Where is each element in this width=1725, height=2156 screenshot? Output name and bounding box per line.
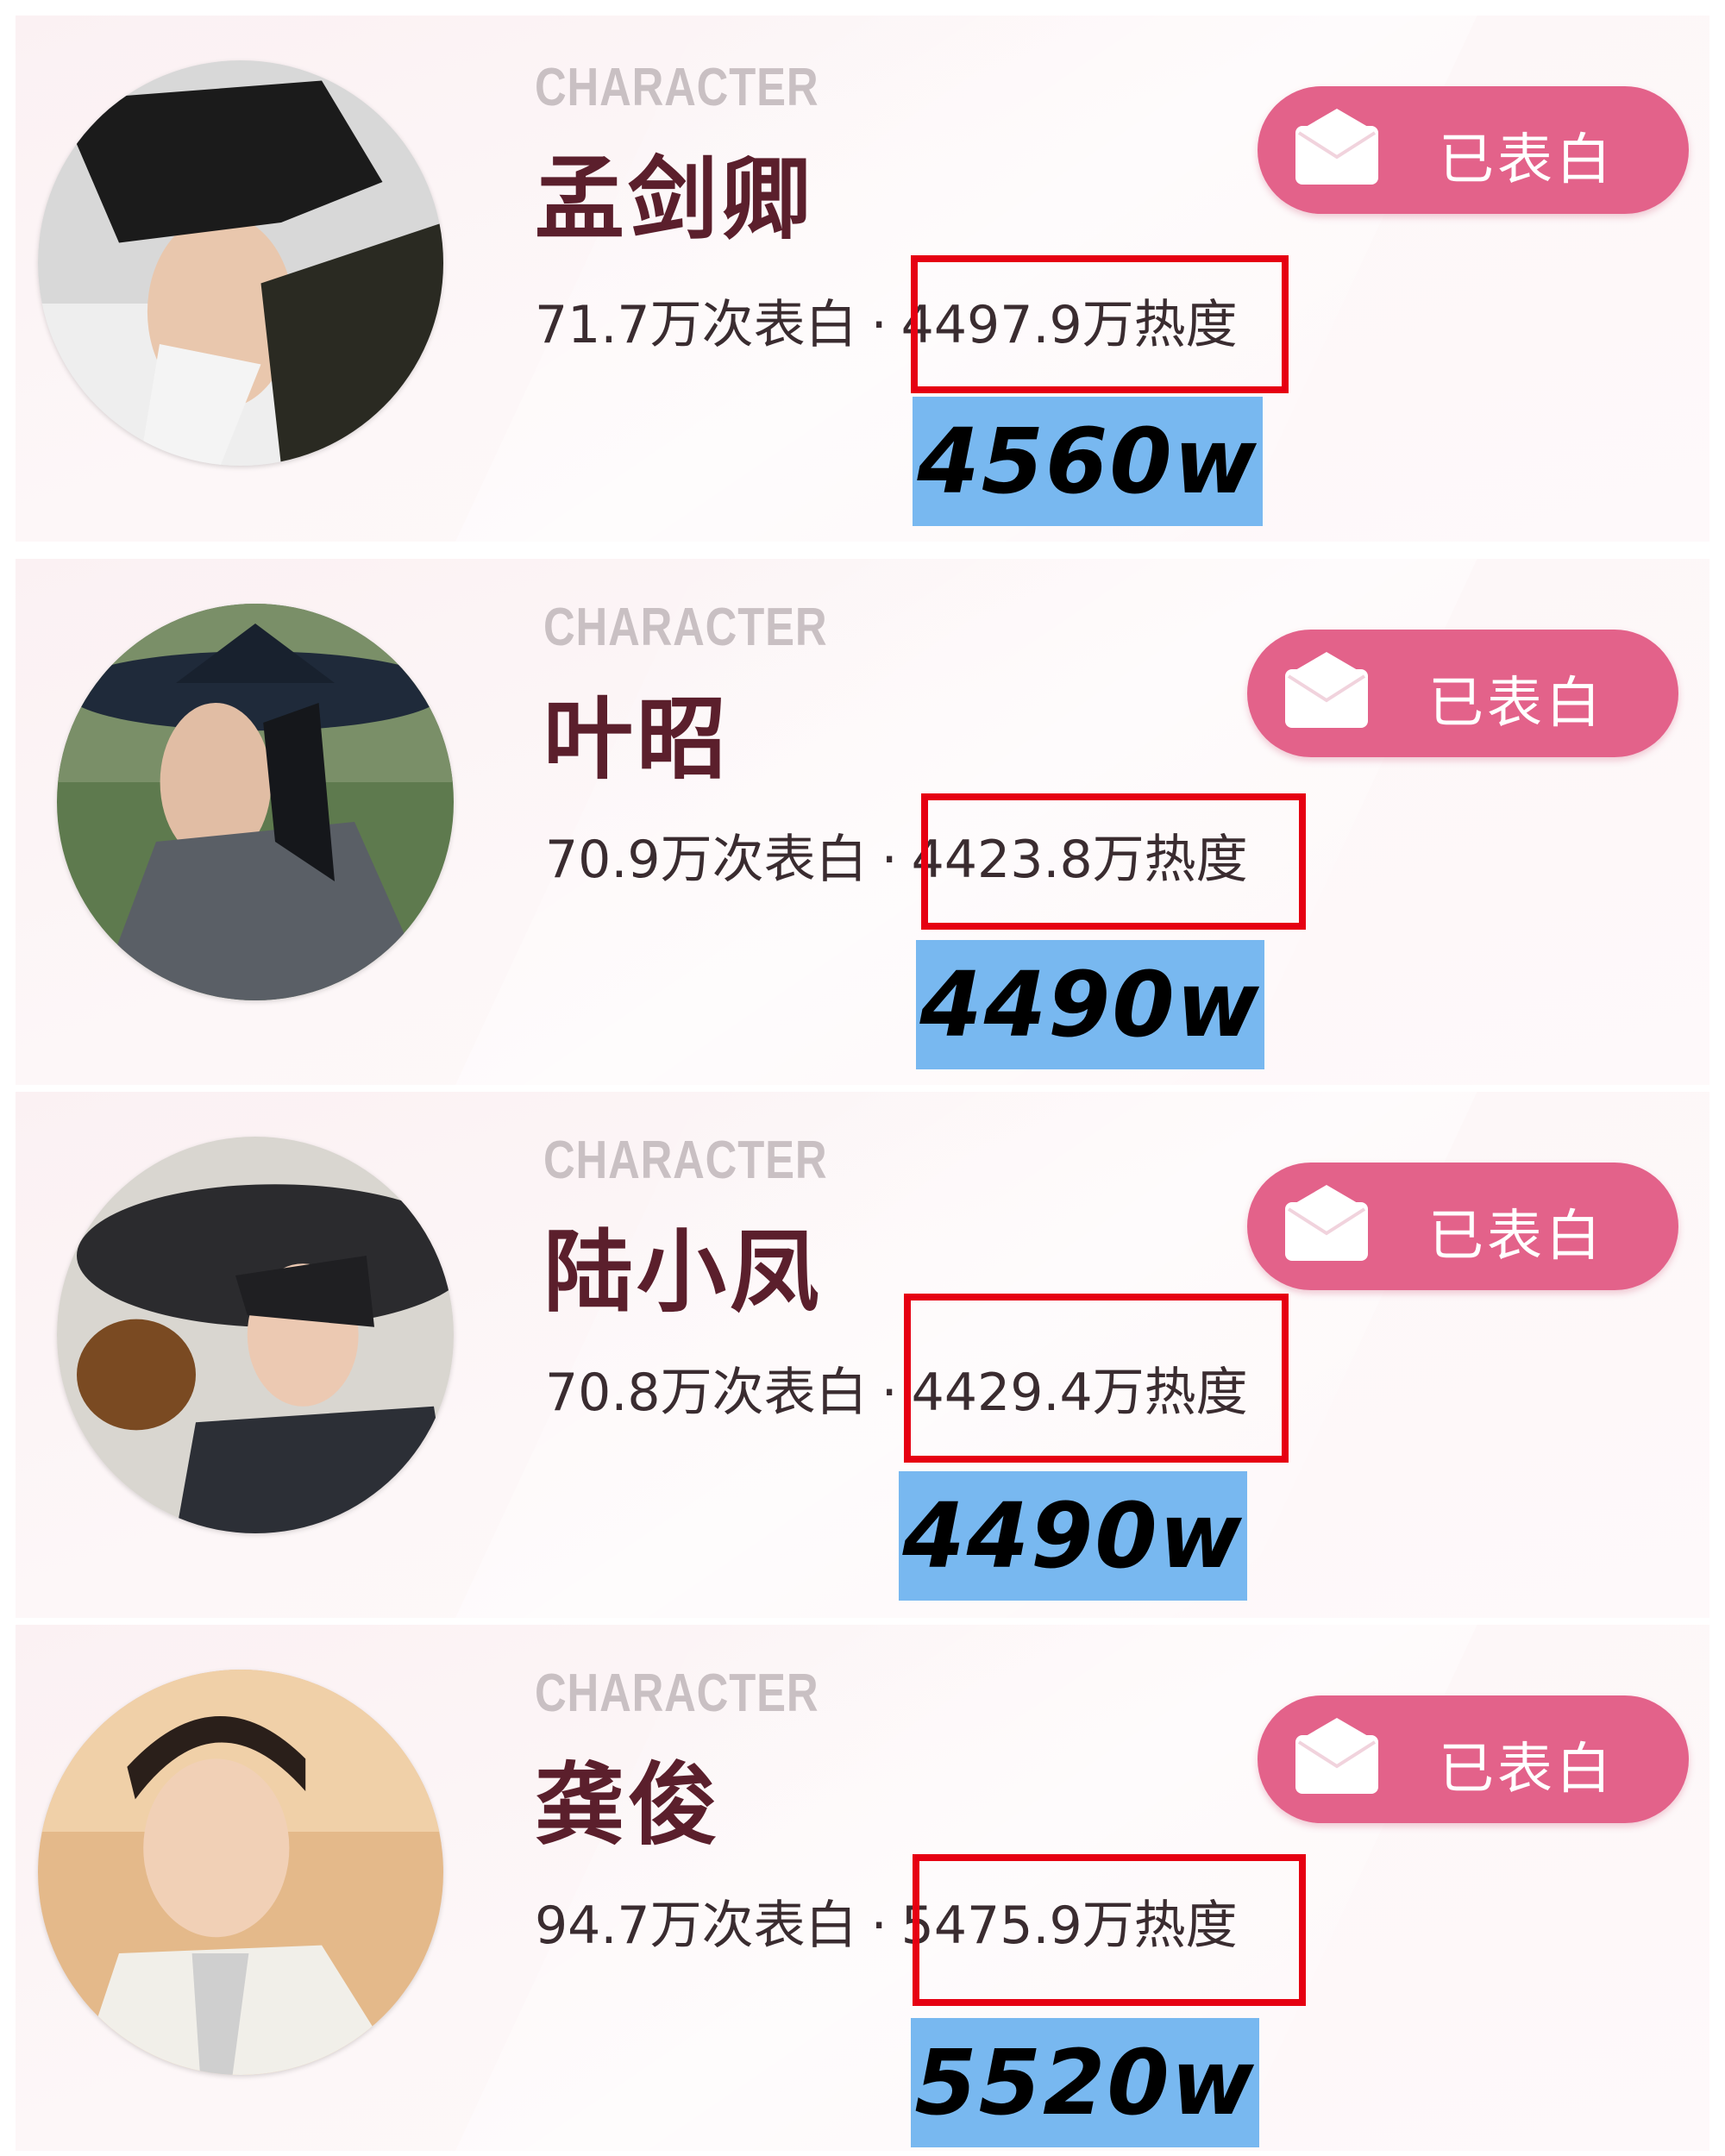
confess-button[interactable]: 已表白	[1258, 1695, 1689, 1823]
confession-count: 94.7万次表白	[535, 1896, 857, 1956]
estimate-badge: 5520w	[911, 2018, 1259, 2147]
envelope-icon	[1295, 1718, 1378, 1794]
confess-button[interactable]: 已表白	[1258, 86, 1689, 214]
heat-highlight-box	[913, 1854, 1306, 2006]
separator-dot: ·	[881, 1363, 898, 1423]
envelope-icon	[1285, 1185, 1368, 1261]
avatar-image	[38, 1670, 443, 2075]
character-avatar[interactable]	[57, 604, 454, 1000]
avatar-image	[38, 60, 443, 466]
estimate-badge: 4490w	[916, 940, 1264, 1069]
character-card: CHARACTER 叶昭 已表白 70.9万次表白 · 4423.8万热度 4490…	[16, 559, 1709, 1085]
confess-button[interactable]: 已表白	[1247, 1163, 1678, 1290]
character-name: 龚俊	[535, 1752, 722, 1858]
confess-button[interactable]: 已表白	[1247, 630, 1678, 757]
character-avatar[interactable]	[38, 1670, 443, 2075]
estimate-value: 4490w	[902, 1483, 1244, 1589]
character-name: 叶昭	[543, 686, 731, 792]
estimate-value: 4560w	[917, 409, 1258, 514]
character-tag: CHARACTER	[535, 58, 819, 117]
character-card: CHARACTER 陆小凤 已表白 70.8万次表白 · 4429.4万热度 449…	[16, 1092, 1709, 1618]
confess-button-label: 已表白	[1428, 672, 1604, 736]
confession-count: 71.7万次表白	[535, 295, 857, 355]
separator-dot: ·	[870, 1896, 888, 1956]
avatar-image	[57, 1137, 454, 1533]
confess-button-label: 已表白	[1439, 128, 1615, 192]
character-name: 孟剑卿	[535, 147, 815, 252]
character-card: CHARACTER 孟剑卿 已表白 71.7万次表白 · 4497.9万热度 456…	[16, 16, 1709, 542]
estimate-value: 4490w	[919, 952, 1261, 1057]
confess-button-label: 已表白	[1428, 1205, 1604, 1269]
avatar-image	[57, 604, 454, 1000]
heat-highlight-box	[911, 255, 1289, 393]
separator-dot: ·	[870, 295, 888, 355]
estimate-value: 5520w	[914, 2030, 1256, 2135]
character-tag: CHARACTER	[543, 1131, 828, 1190]
envelope-icon	[1285, 652, 1368, 728]
confess-button-label: 已表白	[1439, 1738, 1615, 1802]
character-card: CHARACTER 龚俊 已表白 94.7万次表白 · 5475.9万热度 5520…	[16, 1625, 1709, 2151]
character-name: 陆小凤	[543, 1219, 824, 1325]
character-tag: CHARACTER	[535, 1664, 819, 1723]
confession-count: 70.8万次表白	[545, 1363, 868, 1423]
heat-highlight-box	[921, 793, 1306, 930]
envelope-icon	[1295, 109, 1378, 185]
character-avatar[interactable]	[38, 60, 443, 466]
character-avatar[interactable]	[57, 1137, 454, 1533]
heat-highlight-box	[904, 1294, 1289, 1463]
estimate-badge: 4560w	[913, 397, 1263, 526]
separator-dot: ·	[881, 830, 898, 890]
estimate-badge: 4490w	[899, 1471, 1247, 1601]
confession-count: 70.9万次表白	[545, 830, 868, 890]
character-tag: CHARACTER	[543, 598, 828, 657]
